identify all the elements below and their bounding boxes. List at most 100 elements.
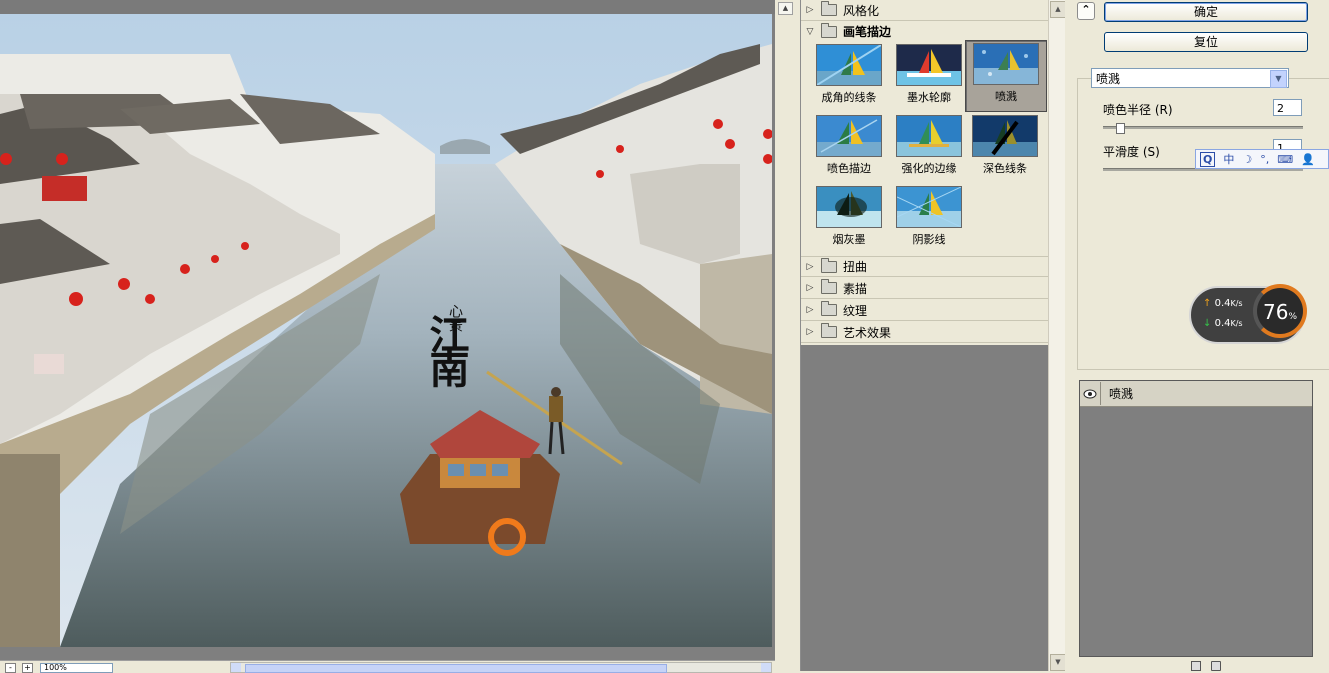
filter-thumb-label: 喷色描边 xyxy=(827,162,871,175)
memory-percent: 76% xyxy=(1262,300,1297,324)
filter-preview-thumbnail xyxy=(896,186,962,228)
preview-top-bar xyxy=(0,0,775,14)
spray-radius-slider[interactable] xyxy=(1103,126,1303,129)
filter-thumb-sumi-e[interactable]: 烟灰墨 xyxy=(809,184,889,254)
filter-gallery: ▷ 风格化 ▽ 画笔描边 成角的线条 墨水轮廓 喷溅 喷色描边 强化的边缘 深色… xyxy=(800,0,1050,671)
ok-button[interactable]: 确定 xyxy=(1104,2,1308,22)
category-label: 艺术效果 xyxy=(843,325,892,340)
double-chevron-up-icon: ⌃ xyxy=(1081,3,1091,16)
filter-thumb-label: 喷溅 xyxy=(995,90,1017,103)
category-sketch[interactable]: ▷ 素描 xyxy=(801,278,1049,299)
filter-thumb-accented-edges[interactable]: 强化的边缘 xyxy=(889,113,969,183)
smoothness-label: 平滑度 (S) xyxy=(1103,145,1160,159)
ime-toolbar[interactable]: Q 中 ☽ °, ⌨ 👤 xyxy=(1195,149,1329,169)
folder-icon xyxy=(821,257,837,273)
filter-thumb-ink-outlines[interactable]: 墨水轮廓 xyxy=(889,42,969,112)
scroll-up-button[interactable]: ▲ xyxy=(1050,1,1066,18)
effect-layer-label: 喷溅 xyxy=(1109,387,1134,401)
folder-icon xyxy=(821,301,837,316)
filter-thumb-label: 强化的边缘 xyxy=(901,162,957,175)
category-texture[interactable]: ▷ 纹理 xyxy=(801,300,1049,321)
filter-select[interactable]: 喷溅 ▼ xyxy=(1091,68,1289,88)
gallery-vertical-scrollbar[interactable]: ▲ ▼ xyxy=(1048,0,1066,671)
reset-button[interactable]: 复位 xyxy=(1104,32,1308,52)
effect-layers-panel: 喷溅 xyxy=(1079,380,1313,657)
layer-actions xyxy=(1079,656,1311,671)
ime-logo-icon[interactable]: Q xyxy=(1200,151,1216,167)
canal-photo: 江南 心景 xyxy=(0,14,772,647)
filter-select-value: 喷溅 xyxy=(1096,72,1121,86)
folder-icon xyxy=(821,279,837,294)
ime-punctuation-icon[interactable]: °, xyxy=(1260,153,1269,166)
preview-status-bar: - + 100% xyxy=(0,660,775,673)
upload-speed: ↑ 0.4K/s xyxy=(1203,298,1243,309)
ime-keyboard-icon[interactable]: ⌨ xyxy=(1277,153,1293,166)
filter-preview-thumbnail xyxy=(816,44,882,86)
preview-pane: 江南 心景 - + 100% xyxy=(0,0,775,673)
horizontal-scrollbar[interactable] xyxy=(230,662,772,673)
preview-image[interactable]: 江南 心景 xyxy=(0,14,772,647)
trash-icon[interactable] xyxy=(1211,661,1221,671)
filter-settings-panel: ⌃ 确定 复位 喷溅 ▼ 喷色半径 (R) 2 平滑度 (S) 1 Q 中 ☽ … xyxy=(1065,0,1329,671)
filter-thumb-label: 墨水轮廓 xyxy=(907,91,951,104)
preview-gallery-divider: ▲ xyxy=(775,0,800,671)
ime-chinese-mode-icon[interactable]: 中 xyxy=(1223,151,1234,167)
chevron-down-icon[interactable]: ▼ xyxy=(1270,70,1287,88)
new-layer-icon[interactable] xyxy=(1191,661,1201,671)
horizontal-scroll-thumb[interactable] xyxy=(245,664,667,673)
filter-thumb-label: 成角的线条 xyxy=(821,91,877,104)
folder-icon xyxy=(821,323,837,338)
spray-radius-label: 喷色半径 (R) xyxy=(1103,103,1173,117)
expand-arrow-icon[interactable]: ▷ xyxy=(803,5,817,15)
collapse-arrow-icon[interactable]: ▽ xyxy=(803,27,817,37)
filter-thumb-sprayed-strokes[interactable]: 喷色描边 xyxy=(809,113,889,183)
filter-thumb-label: 深色线条 xyxy=(983,162,1027,175)
category-stylize[interactable]: ▷ 风格化 xyxy=(801,0,1049,21)
ime-user-icon[interactable]: 👤 xyxy=(1301,153,1315,166)
calligraphy-subtitle: 心景 xyxy=(447,304,463,332)
filter-preview-thumbnail xyxy=(816,115,882,157)
category-artistic[interactable]: ▷ 艺术效果 xyxy=(801,322,1049,343)
visibility-toggle[interactable] xyxy=(1080,382,1101,405)
category-distort[interactable]: ▷ 扭曲 xyxy=(801,256,1049,277)
filter-category-list: ▷ 风格化 ▽ 画笔描边 成角的线条 墨水轮廓 喷溅 喷色描边 强化的边缘 深色… xyxy=(801,0,1049,345)
arrow-up-icon: ↑ xyxy=(1203,298,1212,309)
expand-arrow-icon[interactable]: ▷ xyxy=(803,262,817,272)
memory-gauge: 76% xyxy=(1253,284,1307,338)
filter-thumb-dark-strokes[interactable]: 深色线条 xyxy=(965,113,1045,183)
filter-thumb-angled-strokes[interactable]: 成角的线条 xyxy=(809,42,889,112)
filter-preview-thumbnail xyxy=(896,44,962,86)
folder-open-icon xyxy=(821,22,837,38)
filter-preview-thumbnail xyxy=(973,43,1039,85)
folder-icon xyxy=(821,1,837,16)
zoom-select[interactable]: 100% xyxy=(40,663,113,673)
category-label: 素描 xyxy=(843,281,868,296)
arrow-down-icon: ↓ xyxy=(1203,318,1212,329)
filter-thumb-spatter[interactable]: 喷溅 xyxy=(965,40,1047,112)
filter-thumb-crosshatch[interactable]: 阴影线 xyxy=(889,184,969,254)
category-label: 风格化 xyxy=(843,3,880,18)
category-label: 画笔描边 xyxy=(843,25,892,39)
expand-arrow-icon[interactable]: ▷ xyxy=(803,305,817,315)
category-brush-strokes[interactable]: ▽ 画笔描边 xyxy=(801,21,1049,42)
download-speed: ↓ 0.4K/s xyxy=(1203,318,1243,329)
filter-preview-thumbnail xyxy=(816,186,882,228)
collapse-gallery-button[interactable]: ⌃ xyxy=(1077,2,1095,20)
up-arrow-icon[interactable]: ▲ xyxy=(778,2,793,15)
filter-preview-thumbnail xyxy=(972,115,1038,157)
scroll-down-button[interactable]: ▼ xyxy=(1050,654,1066,671)
ime-halfwidth-icon[interactable]: ☽ xyxy=(1242,153,1252,166)
eye-icon xyxy=(1083,389,1097,398)
category-label: 扭曲 xyxy=(843,260,868,274)
expand-arrow-icon[interactable]: ▷ xyxy=(803,283,817,293)
spray-radius-slider-thumb[interactable] xyxy=(1116,123,1125,134)
zoom-out-button[interactable]: - xyxy=(5,663,16,673)
zoom-in-button[interactable]: + xyxy=(22,663,33,673)
category-label: 纹理 xyxy=(843,303,868,318)
effect-layer-row[interactable]: 喷溅 xyxy=(1080,381,1312,407)
filter-thumb-label: 阴影线 xyxy=(912,233,946,246)
filter-thumb-label: 烟灰墨 xyxy=(832,233,866,246)
spray-radius-input[interactable]: 2 xyxy=(1273,99,1302,116)
expand-arrow-icon[interactable]: ▷ xyxy=(803,327,817,337)
network-speed-widget[interactable]: ↑ 0.4K/s ↓ 0.4K/s 76% xyxy=(1189,284,1307,344)
